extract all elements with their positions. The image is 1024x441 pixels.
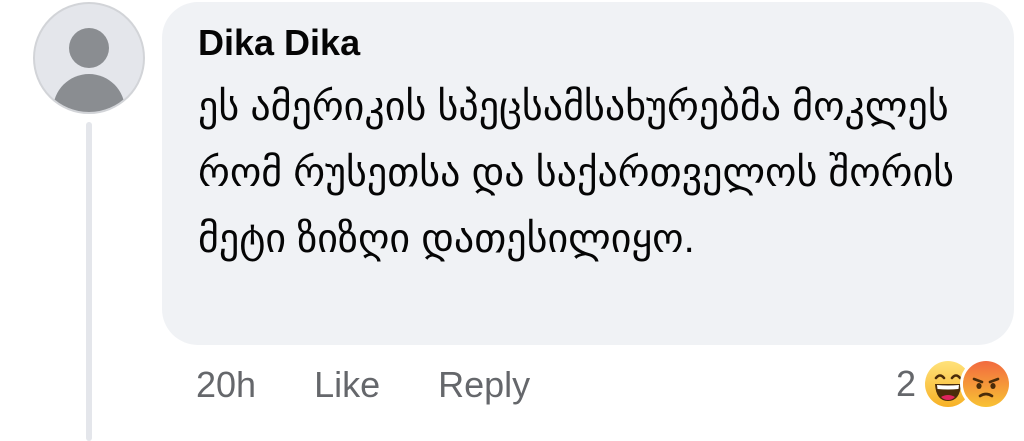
reaction-count: 2 (895, 363, 916, 404)
avatar-head-shape (69, 28, 109, 68)
comment-text: ეს ამერიკის სპეცსამსახურებმა მოკლეს რომ … (198, 85, 955, 261)
thread-line (86, 122, 92, 441)
comment-actions: 20h Like Reply (196, 360, 530, 410)
avatar[interactable] (33, 2, 145, 114)
avatar-body-shape (53, 74, 125, 112)
reactions-summary[interactable]: 2 (896, 356, 1012, 412)
comment-bubble: Dika Dika ეს ამერიკის სპეცსამსახურებმა მ… (162, 2, 1014, 345)
reply-button[interactable]: Reply (438, 364, 530, 406)
comment-author[interactable]: Dika Dika (198, 20, 980, 66)
comment-container: Dika Dika ეს ამერიკის სპეცსამსახურებმა მ… (0, 0, 1024, 441)
comment-timestamp[interactable]: 20h (196, 364, 256, 406)
like-button[interactable]: Like (314, 364, 380, 406)
angry-icon (960, 358, 1012, 410)
